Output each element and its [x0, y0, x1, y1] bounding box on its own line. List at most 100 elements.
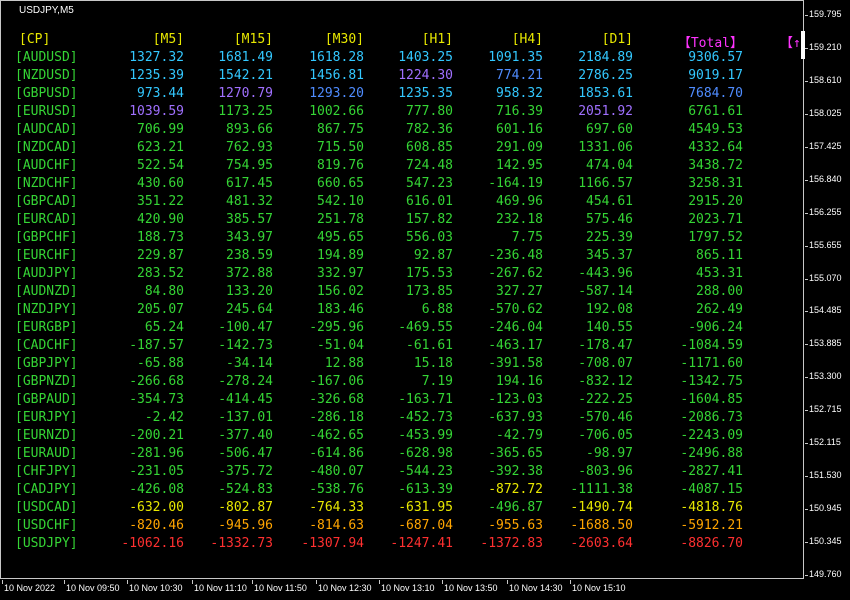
table-header-cell: [M15]: [233, 32, 273, 47]
value-cell: 481.32: [226, 194, 273, 209]
pair-label: [NZDJPY]: [15, 302, 78, 317]
value-cell: 332.97: [317, 266, 364, 281]
value-cell: -42.79: [496, 428, 543, 443]
time-label: 10 Nov 09:50: [66, 583, 120, 593]
value-cell: -163.71: [398, 392, 453, 407]
value-cell: -267.62: [488, 266, 543, 281]
value-cell: 1618.28: [309, 50, 364, 65]
value-cell: -222.25: [578, 392, 633, 407]
value-cell: 7.75: [511, 230, 543, 245]
value-cell: 92.87: [413, 248, 453, 263]
value-cell: 15.18: [413, 356, 453, 371]
pair-label: [EURJPY]: [15, 410, 78, 425]
time-label: 10 Nov 10:30: [129, 583, 183, 593]
value-cell: 6.88: [421, 302, 453, 317]
price-label: 156.840: [809, 173, 842, 184]
value-cell: 238.59: [226, 248, 273, 263]
pair-label: [EURAUD]: [15, 446, 78, 461]
price-tick: [805, 377, 808, 379]
value-cell: 9306.57: [688, 50, 743, 65]
value-cell: -803.96: [578, 464, 633, 479]
value-cell: 157.82: [406, 212, 453, 227]
value-cell: -1604.85: [680, 392, 743, 407]
value-cell: 867.75: [317, 122, 364, 137]
time-tick: [507, 580, 508, 584]
value-cell: -281.96: [129, 446, 184, 461]
price-tick: [805, 245, 808, 247]
table-header-cell: [M30]: [324, 32, 364, 47]
value-cell: -65.88: [137, 356, 184, 371]
price-tick: [805, 212, 808, 214]
value-cell: 188.73: [137, 230, 184, 245]
value-cell: 547.23: [406, 176, 453, 191]
pair-label: [GBPJPY]: [15, 356, 78, 371]
time-label: 10 Nov 13:10: [381, 583, 435, 593]
value-cell: 2051.92: [578, 104, 633, 119]
value-cell: -872.72: [488, 482, 543, 497]
chart-title: USDJPY,M5: [19, 5, 74, 16]
value-cell: 2184.89: [578, 50, 633, 65]
value-cell: -832.12: [578, 374, 633, 389]
value-cell: 616.01: [406, 194, 453, 209]
value-cell: 175.53: [406, 266, 453, 281]
value-cell: -266.68: [129, 374, 184, 389]
value-cell: 453.31: [696, 266, 743, 281]
value-cell: -469.55: [398, 320, 453, 335]
value-cell: 142.95: [496, 158, 543, 173]
price-tick: [805, 80, 808, 82]
price-label: 153.885: [809, 338, 842, 349]
pair-label: [EURCHF]: [15, 248, 78, 263]
value-cell: 7684.70: [688, 86, 743, 101]
price-label: 152.115: [809, 437, 841, 448]
value-cell: -137.01: [218, 410, 273, 425]
value-cell: 84.80: [144, 284, 184, 299]
price-label: 149.760: [809, 569, 842, 579]
value-cell: -945.96: [218, 518, 273, 533]
value-cell: -164.19: [488, 176, 543, 191]
time-label: 10 Nov 13:50: [444, 583, 498, 593]
value-cell: 1173.25: [218, 104, 273, 119]
value-cell: 194.89: [317, 248, 364, 263]
value-cell: 522.54: [137, 158, 184, 173]
value-cell: 716.39: [496, 104, 543, 119]
price-tick: [805, 47, 808, 49]
pair-label: [GBPCHF]: [15, 230, 78, 245]
value-cell: 474.04: [586, 158, 633, 173]
table-header-cell: [H4]: [511, 32, 543, 47]
price-tick: [805, 509, 808, 511]
value-cell: -392.38: [488, 464, 543, 479]
pair-label: [NZDCHF]: [15, 176, 78, 191]
price-tick: [805, 146, 808, 148]
time-tick: [127, 580, 128, 584]
value-cell: -231.05: [129, 464, 184, 479]
value-cell: -414.45: [218, 392, 273, 407]
time-tick: [64, 580, 65, 584]
value-cell: -2827.41: [680, 464, 743, 479]
price-label: 155.070: [809, 272, 842, 283]
value-cell: -236.48: [488, 248, 543, 263]
price-tick: [805, 575, 808, 576]
value-cell: -632.00: [129, 500, 184, 515]
value-cell: 454.61: [586, 194, 633, 209]
table-header-cell: [CP]: [19, 32, 51, 47]
value-cell: 754.95: [226, 158, 273, 173]
value-cell: 183.46: [317, 302, 364, 317]
chart-area[interactable]: USDJPY,M5 [CP] [M5] [M15] [M30] [H1] [H4] [D1]…: [0, 0, 805, 579]
value-cell: 762.93: [226, 140, 273, 155]
value-cell: -8826.70: [680, 536, 743, 551]
value-cell: -820.46: [129, 518, 184, 533]
value-cell: -1062.16: [121, 536, 184, 551]
value-cell: 9019.17: [688, 68, 743, 83]
value-cell: -708.07: [578, 356, 633, 371]
value-cell: -955.63: [488, 518, 543, 533]
price-axis[interactable]: 159.795 159.210 158.610 158.025 157.425 156.8…: [805, 0, 850, 579]
value-cell: -34.14: [226, 356, 273, 371]
value-cell: 893.66: [226, 122, 273, 137]
value-cell: 724.48: [406, 158, 453, 173]
table-header-cell: [D1]: [601, 32, 633, 47]
value-cell: 430.60: [137, 176, 184, 191]
value-cell: -462.65: [309, 428, 364, 443]
value-cell: 232.18: [496, 212, 543, 227]
time-axis[interactable]: 10 Nov 2022 10 Nov 09:50 10 Nov 10:30 10 No…: [0, 580, 805, 600]
time-tick: [252, 580, 253, 584]
